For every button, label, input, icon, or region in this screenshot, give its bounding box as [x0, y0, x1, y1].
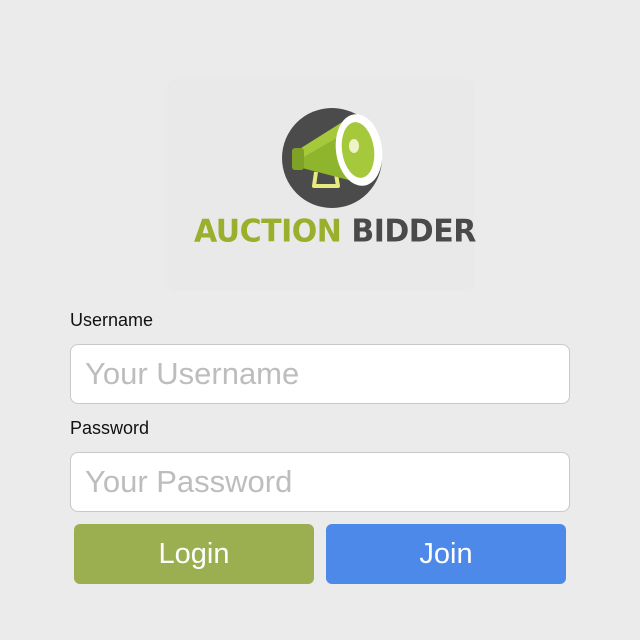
login-screen: AUCTION BIDDER Username Password Login J… [0, 0, 640, 640]
megaphone-icon [282, 108, 383, 208]
app-logo: AUCTION BIDDER [170, 82, 476, 288]
username-label: Username [70, 310, 154, 330]
login-button[interactable]: Login [74, 524, 314, 584]
join-button[interactable]: Join [326, 524, 566, 584]
app-name: AUCTION BIDDER [194, 213, 476, 250]
username-input[interactable] [70, 344, 570, 404]
password-input[interactable] [70, 452, 570, 512]
app-name-part1: AUCTION [194, 213, 342, 250]
app-name-part2-text: BIDDER [351, 213, 476, 250]
app-name-part2: BIDDER [341, 213, 476, 250]
password-label: Password [70, 418, 150, 438]
